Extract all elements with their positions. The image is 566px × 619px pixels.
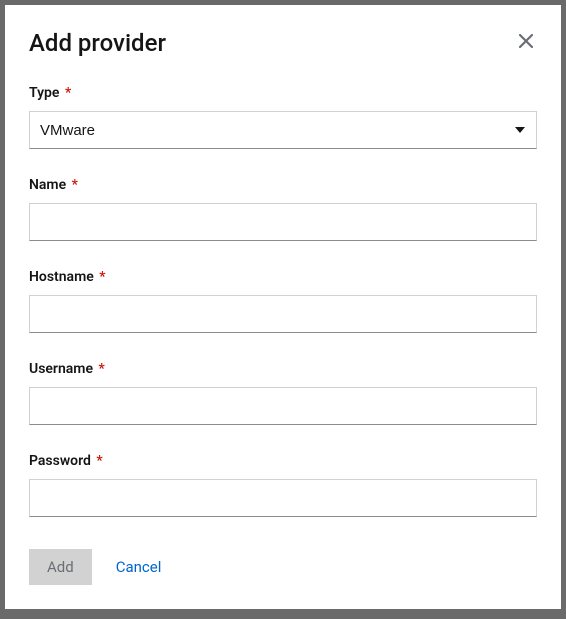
close-icon[interactable] <box>515 30 537 56</box>
required-marker: * <box>72 177 78 193</box>
required-marker: * <box>99 269 105 285</box>
type-field-group: Type * VMware <box>29 85 537 149</box>
add-button[interactable]: Add <box>29 549 92 585</box>
required-marker: * <box>65 85 71 101</box>
hostname-label-text: Hostname <box>29 269 94 285</box>
hostname-input[interactable] <box>29 295 537 333</box>
username-label-text: Username <box>29 361 93 377</box>
name-field-group: Name * <box>29 177 537 241</box>
type-select[interactable]: VMware <box>29 111 537 149</box>
modal-footer: Add Cancel <box>29 549 167 585</box>
add-provider-modal: Add provider Type * VMware Name * <box>5 5 561 609</box>
required-marker: * <box>96 453 102 469</box>
name-label: Name * <box>29 177 537 193</box>
type-label-text: Type <box>29 85 59 101</box>
type-label: Type * <box>29 85 537 101</box>
password-input[interactable] <box>29 479 537 517</box>
hostname-field-group: Hostname * <box>29 269 537 333</box>
modal-title: Add provider <box>29 29 166 57</box>
password-label-text: Password <box>29 453 91 469</box>
password-label: Password * <box>29 453 537 469</box>
password-field-group: Password * <box>29 453 537 517</box>
username-label: Username * <box>29 361 537 377</box>
modal-header: Add provider <box>29 29 537 57</box>
name-label-text: Name <box>29 177 66 193</box>
name-input[interactable] <box>29 203 537 241</box>
cancel-button[interactable]: Cancel <box>110 550 168 584</box>
username-input[interactable] <box>29 387 537 425</box>
required-marker: * <box>98 361 104 377</box>
hostname-label: Hostname * <box>29 269 537 285</box>
username-field-group: Username * <box>29 361 537 425</box>
type-select-wrapper: VMware <box>29 111 537 149</box>
